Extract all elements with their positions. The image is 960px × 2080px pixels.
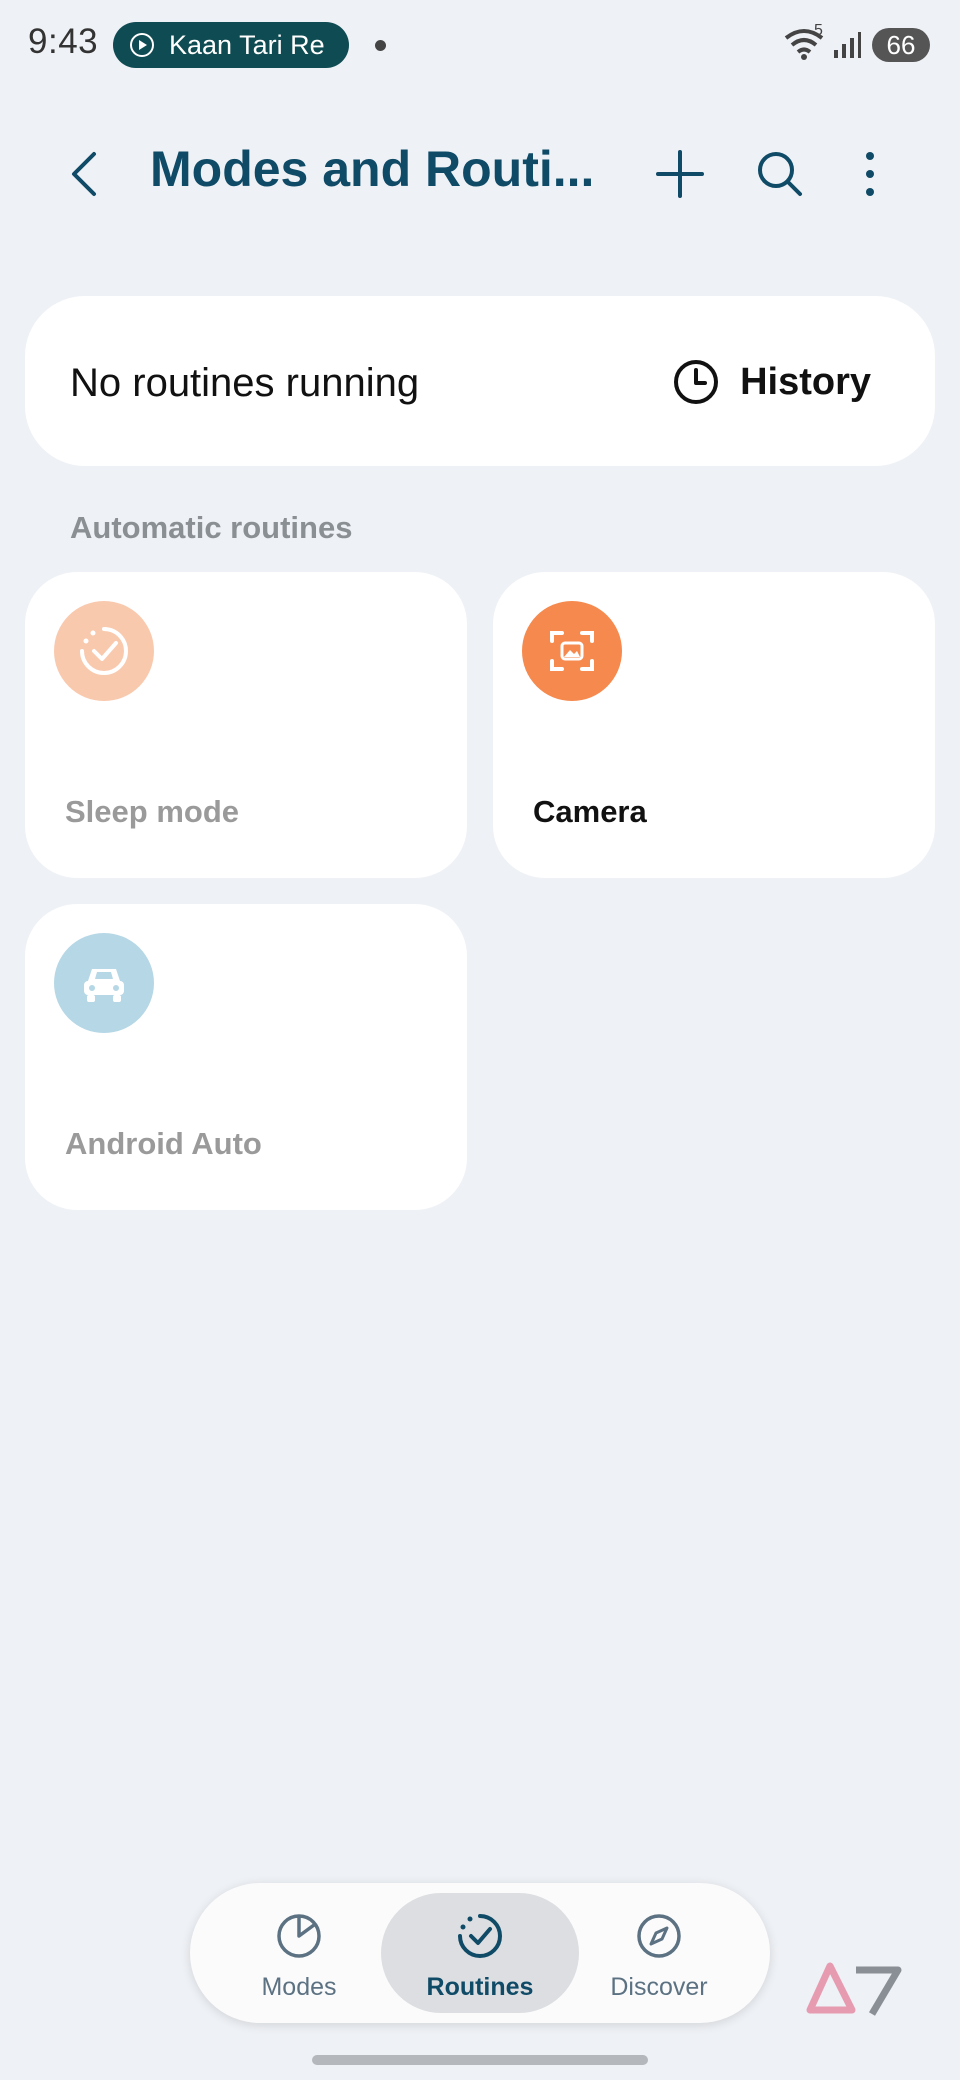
media-title: Kaan Tari Re	[169, 29, 325, 60]
routine-label: Sleep mode	[65, 794, 239, 829]
battery-indicator: 66	[872, 28, 930, 62]
compass-icon	[637, 1914, 681, 1958]
wifi-band-label: 5	[814, 22, 823, 39]
clock-icon	[674, 360, 719, 404]
running-status-text: No routines running	[70, 361, 420, 405]
history-label: History	[740, 360, 871, 403]
routines-icon	[458, 1914, 502, 1958]
status-bar: 9:43 Kaan Tari Re 5 66	[0, 0, 960, 92]
routine-tile-camera[interactable]: Camera	[493, 572, 935, 878]
history-button[interactable]: History	[672, 356, 871, 408]
nav-tab-discover[interactable]: Discover	[560, 1893, 758, 2013]
routine-tile-android-auto[interactable]: Android Auto	[25, 904, 467, 1210]
modes-icon	[277, 1914, 321, 1958]
routine-label: Camera	[533, 794, 647, 829]
signal-icon	[834, 32, 861, 58]
routine-tile-sleep-mode[interactable]: Sleep mode	[25, 572, 467, 878]
more-options-icon[interactable]	[840, 144, 900, 204]
nav-tab-routines[interactable]: Routines	[381, 1893, 579, 2013]
status-time: 9:43	[28, 22, 99, 61]
watermark-logo-icon	[806, 1962, 902, 2016]
car-icon	[54, 933, 154, 1033]
routine-label: Android Auto	[65, 1126, 262, 1161]
gesture-bar[interactable]	[312, 2055, 648, 2065]
app-bar: Modes and Routi...	[0, 120, 960, 224]
section-heading: Automatic routines	[70, 510, 353, 545]
nav-label: Routines	[426, 1973, 534, 2001]
notification-dot	[375, 40, 386, 51]
bottom-navigation: Modes Routines Discover	[190, 1883, 770, 2023]
page-title: Modes and Routi...	[150, 141, 595, 197]
search-icon[interactable]	[750, 144, 810, 204]
camera-routine-icon	[522, 601, 622, 701]
nav-label: Discover	[610, 1973, 708, 2001]
media-chip[interactable]: Kaan Tari Re	[113, 22, 349, 68]
play-icon	[130, 33, 154, 57]
back-arrow-icon[interactable]	[58, 146, 114, 202]
running-status-card: No routines running History	[25, 296, 935, 466]
sleep-routine-icon	[54, 601, 154, 701]
nav-tab-modes[interactable]: Modes	[200, 1893, 398, 2013]
add-icon[interactable]	[650, 144, 710, 204]
nav-label: Modes	[261, 1973, 337, 2001]
